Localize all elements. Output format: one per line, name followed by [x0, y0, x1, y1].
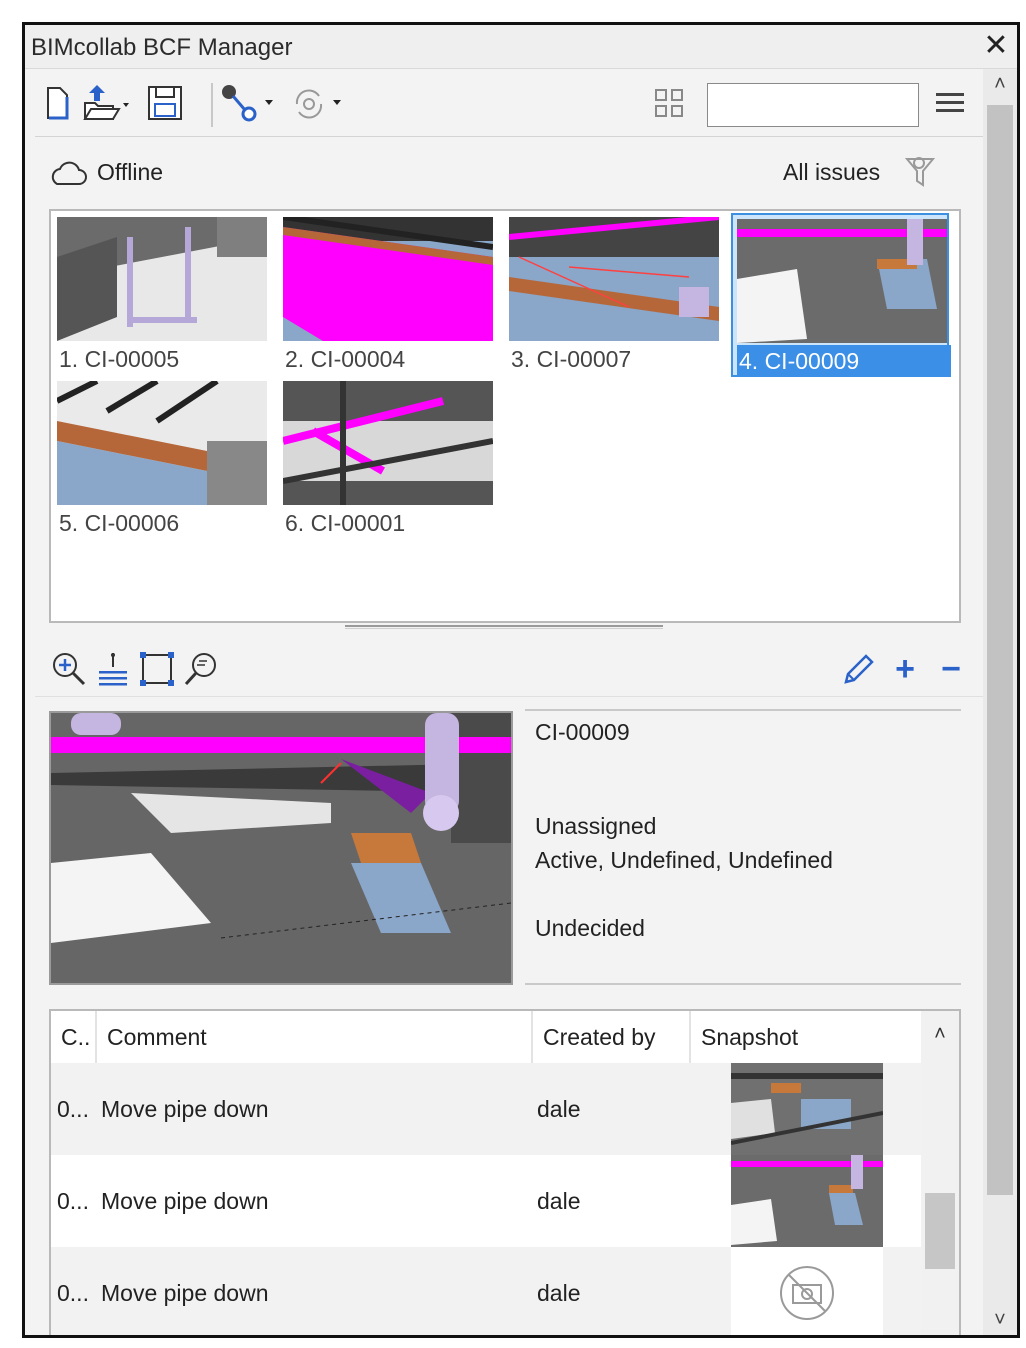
- window-title: BIMcollab BCF Manager: [31, 34, 293, 61]
- title-bar: BIMcollab BCF Manager ✕: [25, 25, 1017, 69]
- cloud-icon: [49, 161, 87, 192]
- issue-label: 1. CI-00005: [59, 346, 180, 372]
- issue-label: 6. CI-00001: [285, 510, 406, 536]
- comments-scrollbar[interactable]: ˄: [921, 1011, 959, 1335]
- zoom-in-icon[interactable]: [49, 649, 89, 689]
- toolbar: [35, 69, 985, 137]
- comment-date: 0...: [57, 1096, 89, 1122]
- issue-thumbnail-image: [283, 381, 493, 505]
- issues-thumbnail-list[interactable]: 1. CI-00005 2. CI-00004 3. CI-00007 4. C…: [49, 209, 961, 623]
- comments-table[interactable]: C.. Comment Created by Snapshot 0... Mov…: [49, 1009, 961, 1335]
- main-panel: Offline All issues 1. CI-00005 2. CI-000…: [35, 69, 985, 1335]
- column-header-date[interactable]: C..: [51, 1011, 97, 1063]
- search-input[interactable]: [707, 83, 919, 127]
- issue-thumbnail-5[interactable]: 5. CI-00006: [53, 377, 271, 541]
- issue-thumbnail-image: [737, 219, 947, 343]
- scroll-down-arrow[interactable]: ˅: [983, 1305, 1017, 1335]
- issue-thumbnail-3[interactable]: 3. CI-00007: [505, 213, 723, 377]
- issue-details: CI-00009 Unassigned Active, Undefined, U…: [525, 709, 961, 985]
- comments-header: C.. Comment Created by Snapshot: [51, 1011, 921, 1063]
- column-header-comment[interactable]: Comment: [97, 1011, 533, 1063]
- new-file-icon[interactable]: [43, 81, 73, 125]
- issue-verdict: Undecided: [535, 915, 645, 941]
- view-toolbar: + −: [35, 643, 985, 697]
- column-header-created-by[interactable]: Created by: [533, 1011, 691, 1063]
- save-icon[interactable]: [145, 81, 185, 125]
- issue-filter-label[interactable]: All issues: [783, 159, 880, 186]
- menu-icon[interactable]: [931, 81, 969, 125]
- issue-status: Active, Undefined, Undefined: [535, 847, 833, 873]
- issue-label: 3. CI-00007: [511, 346, 632, 372]
- no-snapshot-icon: [731, 1247, 883, 1335]
- remove-button[interactable]: −: [931, 649, 971, 689]
- window-scrollbar[interactable]: ˄ ˅: [983, 69, 1017, 1335]
- edit-pencil-icon[interactable]: [839, 649, 879, 689]
- issue-thumbnail-image: [509, 217, 719, 341]
- issue-id: CI-00009: [535, 719, 630, 745]
- issue-thumbnail-6[interactable]: 6. CI-00001: [279, 377, 497, 541]
- panel-splitter[interactable]: [345, 625, 663, 629]
- issue-thumbnail-image: [57, 217, 267, 341]
- comment-text: Move pipe down: [101, 1280, 269, 1306]
- add-button[interactable]: +: [885, 649, 925, 689]
- toolbar-separator: [211, 83, 213, 127]
- connection-status: Offline: [97, 159, 164, 185]
- properties-icon[interactable]: [93, 649, 133, 689]
- status-row: Offline All issues: [35, 137, 985, 207]
- comment-date: 0...: [57, 1280, 89, 1306]
- scroll-up-arrow[interactable]: ˄: [983, 69, 1017, 99]
- table-row[interactable]: 0... Move pipe down dale: [51, 1247, 921, 1335]
- column-header-snapshot[interactable]: Snapshot: [691, 1011, 921, 1063]
- comment-author: dale: [537, 1096, 581, 1122]
- sync-icon[interactable]: [287, 81, 347, 125]
- scroll-up-arrow[interactable]: ˄: [921, 1011, 959, 1057]
- issue-label: 5. CI-00006: [59, 510, 180, 536]
- comment-author: dale: [537, 1280, 581, 1306]
- close-button[interactable]: ✕: [979, 29, 1013, 63]
- comment-date: 0...: [57, 1188, 89, 1214]
- bcf-manager-window: BIMcollab BCF Manager ✕ Offline All issu…: [22, 22, 1020, 1338]
- table-row[interactable]: 0... Move pipe down dale: [51, 1063, 921, 1155]
- connect-icon[interactable]: [219, 81, 279, 125]
- selection-box-icon[interactable]: [137, 649, 177, 689]
- grid-view-icon[interactable]: [651, 81, 687, 125]
- comment-snapshot-image[interactable]: [731, 1063, 883, 1155]
- comment-text: Move pipe down: [101, 1188, 269, 1214]
- scrollbar-thumb[interactable]: [987, 105, 1013, 1195]
- comment-snapshot-image[interactable]: [731, 1155, 883, 1247]
- issue-thumbnail-image: [57, 381, 267, 505]
- filter-icon[interactable]: [904, 155, 936, 194]
- scrollbar-thumb[interactable]: [925, 1193, 955, 1269]
- comment-author: dale: [537, 1188, 581, 1214]
- issue-thumbnail-1[interactable]: 1. CI-00005: [53, 213, 271, 377]
- issue-label: 2. CI-00004: [285, 346, 406, 372]
- issue-thumbnail-4[interactable]: 4. CI-00009: [731, 213, 951, 377]
- find-icon[interactable]: [181, 649, 221, 689]
- table-row[interactable]: 0... Move pipe down dale: [51, 1155, 921, 1247]
- issue-thumbnail-image: [283, 217, 493, 341]
- issue-preview-image[interactable]: [49, 711, 513, 985]
- issue-label: 4. CI-00009: [737, 345, 951, 377]
- comment-text: Move pipe down: [101, 1096, 269, 1122]
- issue-thumbnail-2[interactable]: 2. CI-00004: [279, 213, 497, 377]
- open-folder-icon[interactable]: [83, 81, 133, 125]
- issue-assignee: Unassigned: [535, 813, 657, 839]
